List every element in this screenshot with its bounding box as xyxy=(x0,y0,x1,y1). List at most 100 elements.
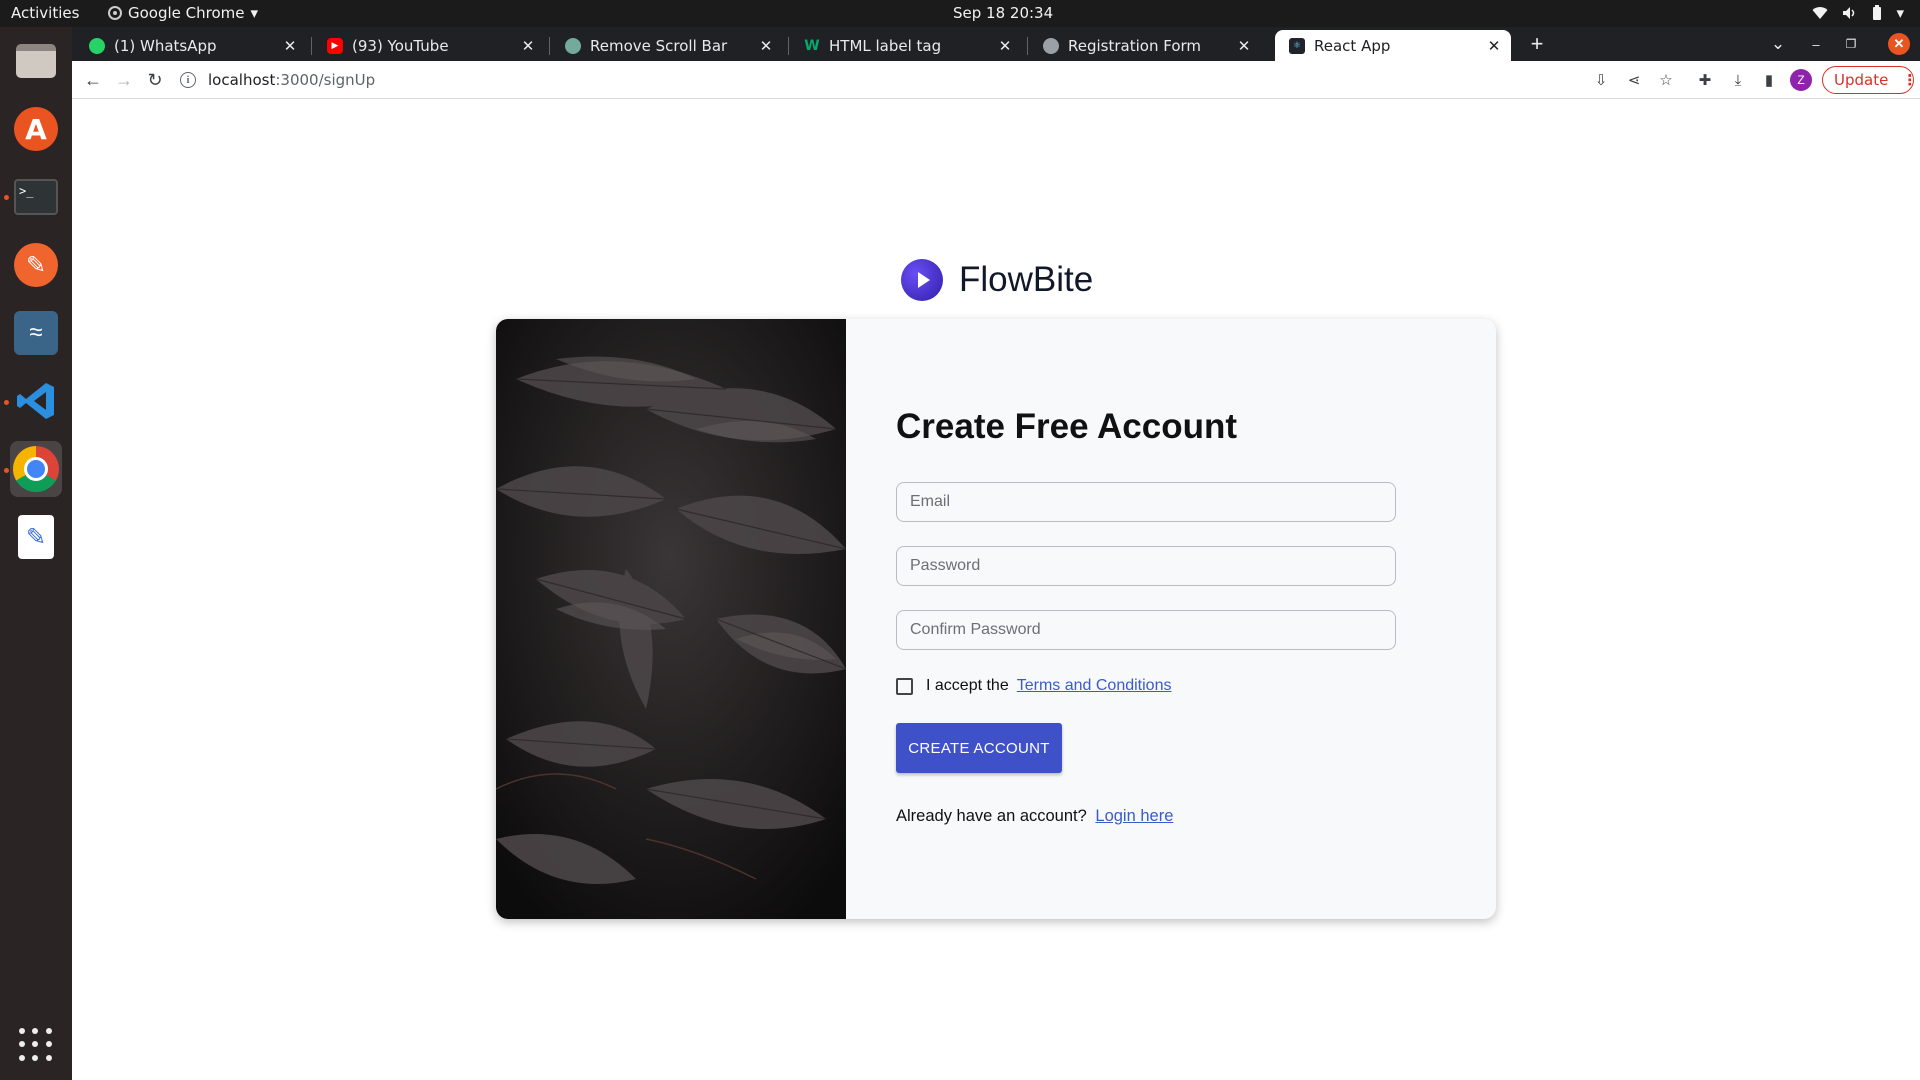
profile-avatar[interactable]: Z xyxy=(1790,69,1812,91)
email-field[interactable] xyxy=(896,482,1396,522)
vscode-icon xyxy=(17,383,54,419)
close-icon[interactable]: ✕ xyxy=(994,37,1016,55)
dock-text-editor[interactable]: ✎ xyxy=(10,511,62,563)
restore-button[interactable]: ❐ xyxy=(1837,30,1865,58)
caret-down-icon: ▾ xyxy=(250,4,259,22)
app-menu[interactable]: Google Chrome ▾ xyxy=(108,4,258,22)
w3schools-icon: W xyxy=(804,37,820,54)
tab-registration-form[interactable]: Registration Form ✕ xyxy=(1029,30,1261,61)
app-menu-label: Google Chrome xyxy=(128,4,245,22)
activities-button[interactable]: Activities xyxy=(11,4,79,22)
running-indicator xyxy=(4,468,9,473)
dock-chrome[interactable] xyxy=(10,441,62,497)
dock: A >_ ✎ ≈ ✎ xyxy=(0,27,72,1080)
site-info-icon[interactable]: i xyxy=(180,72,196,88)
url-path: :3000/signUp xyxy=(275,71,376,89)
tab-label: HTML label tag xyxy=(829,36,942,55)
login-link[interactable]: Login here xyxy=(1095,807,1173,825)
close-icon[interactable]: ✕ xyxy=(1483,37,1505,55)
pencil-icon: ✎ xyxy=(14,243,58,287)
install-app-icon[interactable]: ⇩ xyxy=(1590,69,1612,91)
window-close-button[interactable]: ✕ xyxy=(1888,33,1910,55)
terms-row: I accept the Terms and Conditions xyxy=(896,677,1171,695)
terms-prefix: I accept the xyxy=(926,677,1009,694)
files-icon xyxy=(16,44,56,78)
system-tray[interactable]: ▾ xyxy=(1812,4,1904,22)
page-content: FlowBite Create Free Account Email I acc… xyxy=(72,100,1920,1080)
extensions-puzzle-icon[interactable]: ✚ xyxy=(1694,69,1716,91)
volume-icon xyxy=(1843,7,1855,19)
software-store-icon: A xyxy=(14,107,58,151)
tab-remove-scroll-bar[interactable]: Remove Scroll Bar ✕ xyxy=(551,30,783,61)
youtube-icon: ▶ xyxy=(327,37,343,54)
reload-button[interactable]: ↻ xyxy=(140,65,170,95)
tab-separator xyxy=(549,37,550,55)
globe-icon xyxy=(1043,37,1059,54)
tab-label: React App xyxy=(1314,36,1391,55)
tab-separator xyxy=(1027,37,1028,55)
dock-mysql-workbench[interactable]: ≈ xyxy=(10,307,62,359)
running-indicator xyxy=(4,400,9,405)
dock-vscode[interactable] xyxy=(10,375,62,427)
system-top-bar: Activities Google Chrome ▾ Sep 18 20:34 … xyxy=(0,0,1920,27)
chrome-small-icon xyxy=(108,6,122,20)
clock[interactable]: Sep 18 20:34 xyxy=(953,4,1053,22)
tab-separator xyxy=(788,37,789,55)
chrome-icon xyxy=(13,446,59,492)
signup-card: Create Free Account I accept the Terms a… xyxy=(496,319,1496,919)
menu-kebab-icon: ⋮ xyxy=(1902,71,1918,89)
close-icon[interactable]: ✕ xyxy=(517,37,539,55)
password-field[interactable] xyxy=(896,546,1396,586)
dolphin-icon: ≈ xyxy=(14,311,58,355)
tab-label: (1) WhatsApp xyxy=(114,36,217,55)
terms-link[interactable]: Terms and Conditions xyxy=(1017,677,1172,695)
dock-drawing[interactable]: ✎ xyxy=(10,239,62,291)
dock-terminal[interactable]: >_ xyxy=(10,171,62,223)
tab-whatsapp[interactable]: (1) WhatsApp ✕ xyxy=(75,30,307,61)
share-icon[interactable]: ⋖ xyxy=(1623,69,1645,91)
forward-button[interactable]: → xyxy=(109,65,139,95)
brand-header[interactable]: FlowBite xyxy=(901,259,1093,301)
leaves-photo xyxy=(496,319,846,919)
tab-react-app[interactable]: ⚛ React App ✕ xyxy=(1275,30,1511,61)
browser-toolbar: ← → ↻ i localhost:3000/signUp ⇩ ⋖ ☆ ✚ ⤓ … xyxy=(72,61,1920,99)
tab-label: Registration Form xyxy=(1068,36,1202,55)
confirm-password-field[interactable] xyxy=(896,610,1396,650)
address-bar[interactable]: i localhost:3000/signUp xyxy=(180,65,1580,95)
new-tab-button[interactable]: + xyxy=(1523,30,1551,58)
flowbite-logo-icon xyxy=(901,259,943,301)
login-prompt: Already have an account? Login here xyxy=(896,807,1173,826)
tab-search-chevron-icon[interactable]: ⌄ xyxy=(1764,30,1792,58)
tab-strip: (1) WhatsApp ✕ ▶ (93) YouTube ✕ Remove S… xyxy=(72,27,1920,61)
app-grid-icon xyxy=(19,1028,53,1062)
show-apps-button[interactable] xyxy=(10,1019,62,1071)
downloads-icon[interactable]: ⤓ xyxy=(1727,69,1749,91)
back-button[interactable]: ← xyxy=(78,65,108,95)
update-button[interactable]: Update ⋮ xyxy=(1822,66,1918,94)
signup-form: Create Free Account I accept the Terms a… xyxy=(896,319,1456,919)
battery-icon xyxy=(1873,5,1882,20)
tab-html-label-tag[interactable]: W HTML label tag ✕ xyxy=(790,30,1022,61)
bookmark-star-icon[interactable]: ☆ xyxy=(1655,69,1677,91)
dock-files[interactable] xyxy=(10,35,62,87)
whatsapp-icon xyxy=(89,37,105,54)
tab-youtube[interactable]: ▶ (93) YouTube ✕ xyxy=(313,30,545,61)
side-panel-icon[interactable]: ▮ xyxy=(1758,69,1780,91)
wifi-icon xyxy=(1812,7,1828,20)
dark-leaves-image xyxy=(496,319,846,919)
terms-checkbox[interactable] xyxy=(896,677,913,695)
brand-name: FlowBite xyxy=(959,260,1094,299)
minimize-button[interactable]: – xyxy=(1802,30,1830,58)
tab-label: (93) YouTube xyxy=(352,36,449,55)
system-menu-caret-icon: ▾ xyxy=(1896,4,1904,22)
dock-software[interactable]: A xyxy=(10,103,62,155)
login-prefix: Already have an account? xyxy=(896,807,1087,825)
close-icon[interactable]: ✕ xyxy=(279,37,301,55)
create-account-button[interactable]: CREATE ACCOUNT xyxy=(896,723,1062,773)
chatgpt-icon xyxy=(565,37,581,54)
running-indicator xyxy=(4,195,9,200)
form-title: Create Free Account xyxy=(896,407,1238,446)
close-icon[interactable]: ✕ xyxy=(1233,37,1255,55)
close-icon[interactable]: ✕ xyxy=(755,37,777,55)
terminal-icon: >_ xyxy=(14,179,58,215)
